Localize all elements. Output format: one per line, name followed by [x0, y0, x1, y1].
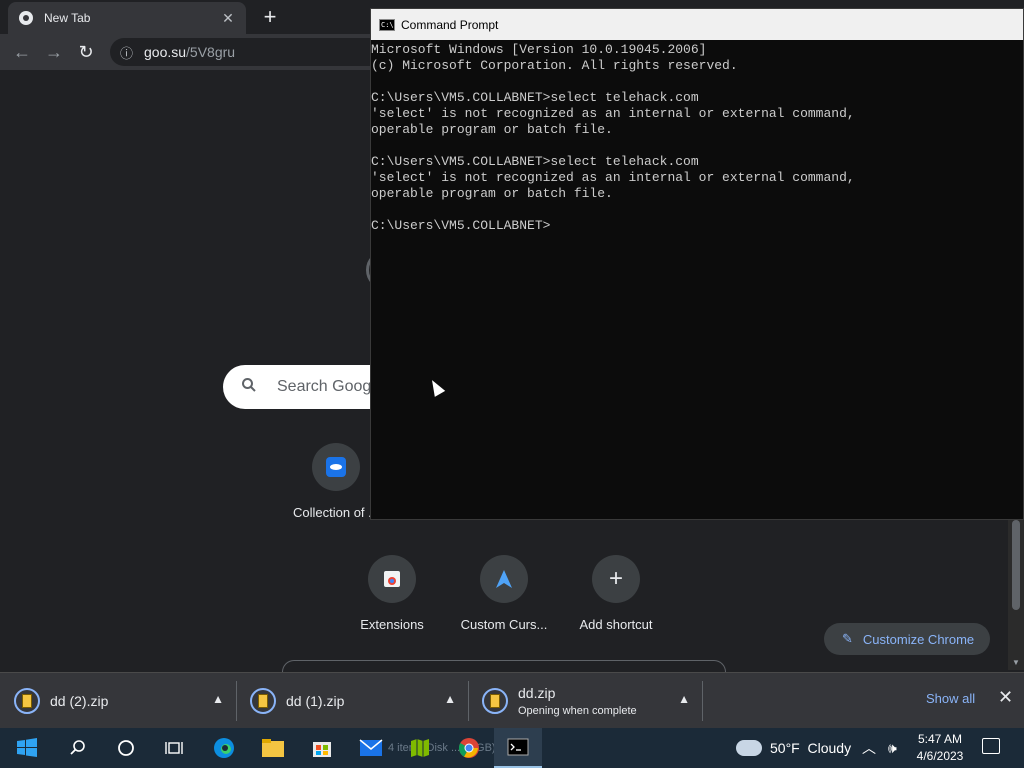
- taskbar: 4 items Disk ... (1 GB) 50°F Cloudy ︿ 🕪 …: [0, 728, 1024, 768]
- chrome-icon: [18, 10, 34, 26]
- command-prompt-window[interactable]: C:\ Command Prompt Microsoft Windows [Ve…: [370, 8, 1024, 520]
- search-icon[interactable]: [54, 728, 102, 768]
- page-scrollbar[interactable]: ▼: [1008, 520, 1024, 670]
- chevron-up-icon[interactable]: ▲: [212, 692, 224, 706]
- weather-widget[interactable]: 50°F Cloudy: [736, 728, 851, 768]
- volume-icon[interactable]: 🕪: [888, 740, 897, 757]
- chrome-taskbar-icon[interactable]: [445, 728, 493, 768]
- back-icon[interactable]: ←: [10, 40, 34, 64]
- download-status: Opening when complete: [518, 705, 637, 717]
- download-name: dd.zip: [518, 685, 556, 701]
- download-shelf: dd (2).zip ▲ dd (1).zip ▲ dd.zip Opening…: [0, 672, 1024, 728]
- download-item[interactable]: dd (2).zip ▲: [0, 673, 236, 729]
- shortcut-add[interactable]: + Add shortcut: [560, 555, 672, 632]
- download-name: dd (2).zip: [50, 693, 109, 709]
- task-view-icon[interactable]: [150, 728, 198, 768]
- clock-date: 4/6/2023: [916, 749, 964, 763]
- shortcut-extensions[interactable]: Extensions: [336, 555, 448, 632]
- site-info-icon[interactable]: ⓘ: [120, 43, 136, 62]
- cmd-console-output[interactable]: Microsoft Windows [Version 10.0.19045.20…: [371, 40, 1023, 234]
- zip-file-icon: [250, 688, 276, 714]
- download-name: dd (1).zip: [286, 693, 345, 709]
- edge-icon[interactable]: [200, 728, 248, 768]
- command-prompt-taskbar-icon[interactable]: [494, 728, 542, 768]
- cmd-title: Command Prompt: [401, 17, 499, 32]
- shortcut-collection-icon: [312, 443, 360, 491]
- shortcut-label: Extensions: [360, 617, 424, 632]
- cmd-icon: C:\: [379, 18, 395, 31]
- scrollbar-thumb[interactable]: [1012, 520, 1020, 610]
- shortcut-label: Custom Curs...: [460, 617, 548, 632]
- shortcut-label: Add shortcut: [579, 617, 653, 632]
- chevron-up-icon[interactable]: ▲: [444, 692, 456, 706]
- weather-desc: Cloudy: [807, 740, 852, 756]
- customize-chrome-button[interactable]: ✎ Customize Chrome: [824, 623, 990, 655]
- pencil-icon: ✎: [842, 631, 853, 646]
- system-tray: ︿ 🕪: [862, 728, 897, 768]
- zip-file-icon: [482, 688, 508, 714]
- weather-temp: 50°F: [770, 740, 800, 756]
- download-item[interactable]: dd.zip Opening when complete ▲: [468, 673, 702, 729]
- cloud-icon: [736, 740, 762, 756]
- customize-label: Customize Chrome: [862, 631, 975, 647]
- search-icon: [241, 377, 261, 398]
- extensions-icon: [368, 555, 416, 603]
- divider: [702, 681, 703, 721]
- cortana-icon[interactable]: [102, 728, 150, 768]
- store-icon[interactable]: [298, 728, 346, 768]
- reload-icon[interactable]: ↻: [74, 40, 98, 64]
- notification-icon[interactable]: [982, 738, 1000, 754]
- clock[interactable]: 5:47 AM 4/6/2023: [914, 731, 966, 765]
- chevron-up-icon[interactable]: ▲: [678, 692, 690, 706]
- chevron-up-icon[interactable]: ︿: [862, 738, 876, 758]
- plus-icon: +: [592, 555, 640, 603]
- tab-close-icon[interactable]: ✕: [220, 10, 236, 26]
- cmd-title-bar[interactable]: C:\ Command Prompt: [371, 9, 1023, 40]
- tab-title: New Tab: [44, 11, 91, 25]
- download-item[interactable]: dd (1).zip ▲: [236, 673, 468, 729]
- custom-cursor-icon: [480, 555, 528, 603]
- new-tab-button[interactable]: +: [258, 6, 282, 30]
- windows-start-icon[interactable]: [3, 728, 51, 768]
- close-icon[interactable]: ✕: [998, 687, 1013, 708]
- tab-new-tab[interactable]: New Tab ✕: [8, 2, 246, 34]
- file-explorer-icon[interactable]: [249, 728, 297, 768]
- maps-icon[interactable]: [396, 728, 444, 768]
- show-all-button[interactable]: Show all: [926, 691, 975, 706]
- forward-icon[interactable]: →: [42, 40, 66, 64]
- shortcut-custom-cursor[interactable]: Custom Curs...: [448, 555, 560, 632]
- clock-time: 5:47 AM: [917, 732, 963, 746]
- scroll-down-icon[interactable]: ▼: [1008, 658, 1024, 668]
- url-host: goo.su: [144, 44, 187, 60]
- url-path: /5V8gru: [186, 44, 236, 60]
- zip-file-icon: [14, 688, 40, 714]
